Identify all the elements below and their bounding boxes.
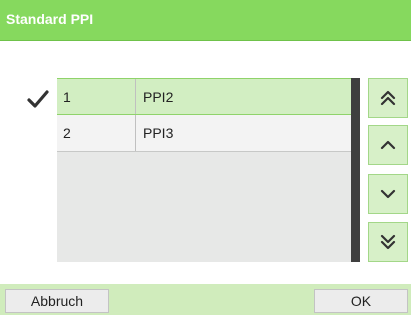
chevron-down-icon [380,189,396,199]
double-chevron-up-icon [380,90,396,106]
scrollbar[interactable] [351,78,360,262]
checkmark-icon [27,90,49,108]
ppi-list: 1 PPI2 2 PPI3 [57,78,351,262]
scroll-last-button[interactable] [368,222,408,262]
row-name: PPI2 [143,89,174,105]
column-divider [135,115,136,151]
scroll-up-button[interactable] [368,125,408,165]
ok-button[interactable]: OK [314,289,408,313]
title-bar: Standard PPI [0,0,411,41]
list-item[interactable]: 1 PPI2 [57,78,351,115]
row-name: PPI3 [143,125,174,141]
scroll-first-button[interactable] [368,78,408,118]
list-item[interactable]: 2 PPI3 [57,115,351,152]
page-title: Standard PPI [6,11,94,27]
row-number: 1 [63,89,71,105]
scroll-down-button[interactable] [368,174,408,214]
column-divider [135,79,136,114]
cancel-button[interactable]: Abbruch [5,289,109,313]
row-number: 2 [63,125,71,141]
double-chevron-down-icon [380,234,396,250]
chevron-up-icon [380,140,396,150]
